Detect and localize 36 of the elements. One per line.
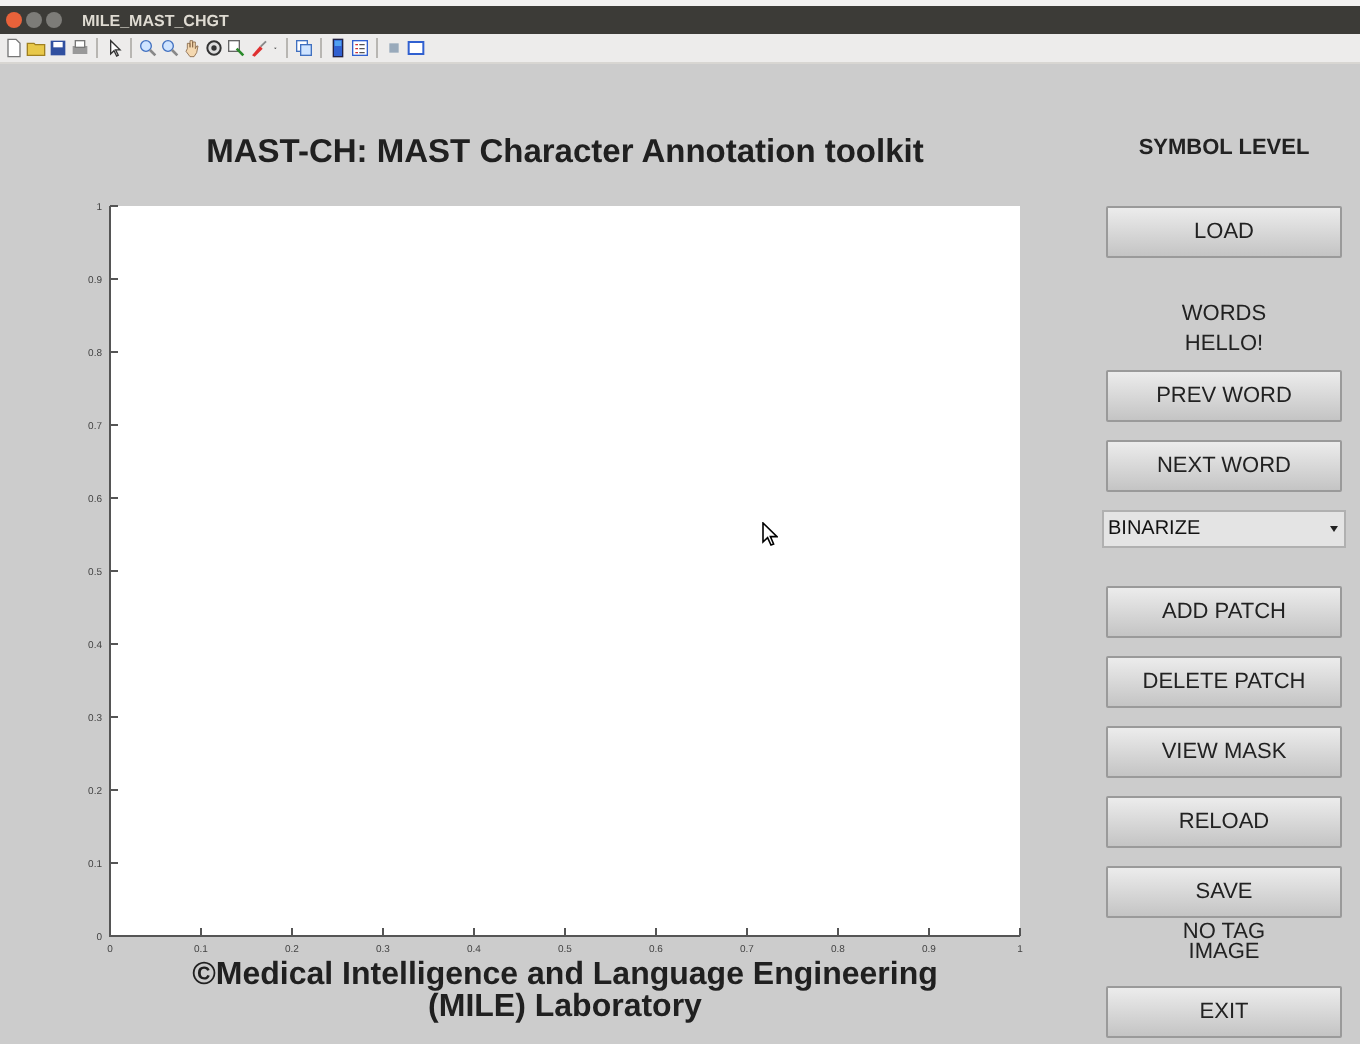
linked-plots-icon[interactable] [294,38,314,58]
legend-icon[interactable] [350,38,370,58]
arrow-pointer-icon[interactable] [104,38,124,58]
rotate-icon[interactable] [204,38,224,58]
colorbar-icon[interactable] [328,38,348,58]
status-text: NO TAG IMAGE [1180,922,1268,962]
maximize-icon[interactable] [46,12,62,28]
zoom-out-icon[interactable] [160,38,180,58]
data-cursor-icon[interactable] [226,38,246,58]
action-button[interactable]: ADD PATCH [1106,586,1342,638]
status-text: WORDS [1181,300,1267,330]
action-button[interactable]: VIEW MASK [1106,726,1342,778]
section-heading: SYMBOL LEVEL [1136,134,1312,162]
window-icon[interactable] [406,38,426,58]
zoom-in-icon[interactable] [138,38,158,58]
close-icon[interactable] [6,12,22,28]
window-title: MILE_MAST_CHGT [82,11,229,29]
action-button[interactable]: EXIT [1106,986,1342,1038]
action-button[interactable]: SAVE [1106,866,1342,918]
mouse-pointer-icon [762,522,778,546]
action-button[interactable]: DELETE PATCH [1106,656,1342,708]
caret-icon [1330,526,1338,532]
status-text: HELLO! [1184,330,1264,360]
credit-text: ©Medical Intelligence and Language Engineering [192,960,938,992]
brush-icon[interactable] [248,38,268,58]
mode-dropdown[interactable]: BINARIZE [1102,510,1346,548]
action-button[interactable]: LOAD [1106,206,1342,258]
app-heading: MAST-CH: MAST Character Annotation toolkit [204,132,924,172]
folder-icon[interactable] [26,38,46,58]
action-button[interactable]: NEXT WORD [1106,440,1342,492]
credit-text: (MILE) Laboratory [428,992,702,1024]
minimize-icon[interactable] [26,12,42,28]
page-icon[interactable] [4,38,24,58]
action-button[interactable]: RELOAD [1106,796,1342,848]
printer-icon[interactable] [70,38,90,58]
action-button[interactable]: PREV WORD [1106,370,1342,422]
